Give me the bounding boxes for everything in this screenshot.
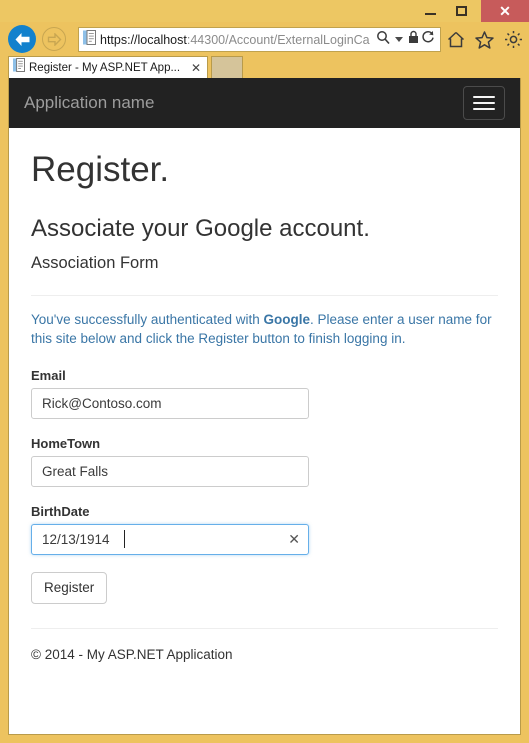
input-wrap-hometown xyxy=(31,455,309,487)
chevron-down-icon[interactable] xyxy=(395,37,403,42)
home-icon[interactable] xyxy=(447,31,465,53)
register-button[interactable]: Register xyxy=(31,571,108,604)
browser-toolbar: https://localhost:44300/Account/External… xyxy=(0,22,529,56)
input-wrap-birthdate: ✕ xyxy=(31,523,309,555)
forward-button[interactable] xyxy=(42,27,66,51)
back-button[interactable] xyxy=(8,25,36,53)
address-bar-icons xyxy=(376,30,440,49)
maximize-button[interactable] xyxy=(446,0,477,22)
star-icon[interactable] xyxy=(475,30,494,54)
page-footer: © 2014 - My ASP.NET Application xyxy=(31,627,498,664)
maximize-icon xyxy=(456,6,467,16)
form-heading: Association Form xyxy=(31,253,159,272)
hometown-field[interactable] xyxy=(31,455,309,487)
gear-icon[interactable] xyxy=(504,30,523,54)
section-divider xyxy=(31,294,498,296)
url-host: https://localhost xyxy=(100,32,187,47)
footer-divider xyxy=(31,627,498,629)
tab-close-button[interactable]: ✕ xyxy=(189,62,203,74)
page-viewport: Application name Register. Associate you… xyxy=(8,78,521,735)
site-navbar: Application name xyxy=(9,78,520,128)
navbar-toggle-button[interactable] xyxy=(463,86,505,120)
navbar-brand[interactable]: Application name xyxy=(24,78,154,128)
hamburger-icon-bar xyxy=(473,108,495,110)
refresh-icon[interactable] xyxy=(421,30,435,49)
close-window-button[interactable]: ✕ xyxy=(481,0,529,22)
footer-text: © 2014 - My ASP.NET Application xyxy=(31,646,233,662)
form-group-birthdate: BirthDate ✕ xyxy=(31,504,498,555)
url-path: :44300/Account/ExternalLoginCa xyxy=(186,32,370,47)
label-hometown: HomeTown xyxy=(31,435,101,451)
page-container: Register. Associate your Google account.… xyxy=(9,150,520,664)
url-text: https://localhost:44300/Account/External… xyxy=(100,32,376,48)
page-subtitle: Associate your Google account. xyxy=(31,215,370,243)
browser-window: ✕ https://localhost:44300/Account/Extern… xyxy=(0,0,529,743)
hamburger-icon-bar xyxy=(473,96,495,98)
email-field[interactable] xyxy=(31,387,309,419)
form-group-email: Email xyxy=(31,368,498,419)
page-icon xyxy=(83,29,96,50)
tab-page-icon xyxy=(13,58,25,77)
browser-icon-bar xyxy=(447,30,523,54)
info-provider-name: Google xyxy=(263,311,310,327)
close-icon: ✕ xyxy=(499,3,511,19)
address-bar[interactable]: https://localhost:44300/Account/External… xyxy=(78,27,441,52)
new-tab-button[interactable] xyxy=(211,56,243,78)
hamburger-icon-bar xyxy=(473,102,495,104)
info-message: You've successfully authenticated with G… xyxy=(31,310,498,348)
birthdate-field[interactable] xyxy=(31,523,309,555)
clear-input-icon[interactable]: ✕ xyxy=(288,531,300,547)
input-wrap-email xyxy=(31,387,309,419)
label-email: Email xyxy=(31,367,66,383)
minimize-icon xyxy=(425,13,436,15)
tab-title: Register - My ASP.NET App... xyxy=(29,61,181,74)
lock-icon xyxy=(408,30,419,49)
forward-arrow-icon xyxy=(47,32,61,46)
search-icon[interactable] xyxy=(376,30,390,49)
info-message-part1: You've successfully authenticated with xyxy=(31,311,264,327)
form-group-hometown: HomeTown xyxy=(31,436,498,487)
page-title: Register. xyxy=(31,150,170,189)
tab-bar: Register - My ASP.NET App... ✕ xyxy=(0,56,529,78)
label-birthdate: BirthDate xyxy=(31,503,90,519)
back-arrow-icon xyxy=(15,32,29,46)
title-bar: ✕ xyxy=(0,0,529,22)
text-cursor xyxy=(124,529,125,548)
browser-tab-active[interactable]: Register - My ASP.NET App... ✕ xyxy=(8,56,208,78)
minimize-button[interactable] xyxy=(415,0,446,22)
